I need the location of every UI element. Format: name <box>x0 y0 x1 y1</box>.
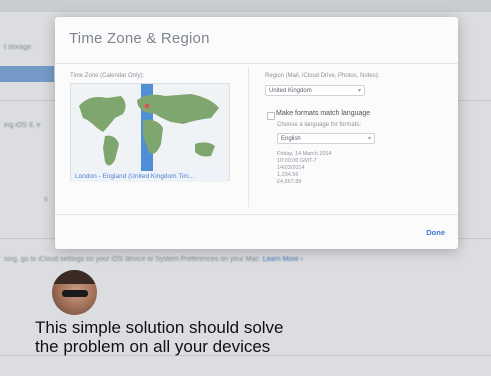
region-label: Region (Mail, iCloud Drive, Photos, Note… <box>265 73 380 79</box>
format-example: 14/03/2014 <box>277 165 305 171</box>
region-select[interactable]: United Kingdom ▾ <box>265 85 365 96</box>
format-example: £4,567.89 <box>277 179 302 185</box>
avatar-hair <box>52 270 97 284</box>
avatar-glasses <box>62 290 88 297</box>
done-button[interactable]: Done <box>426 228 445 237</box>
time-zone-region-dialog: Time Zone & Region Time Zone (Calendar O… <box>55 17 458 249</box>
australia-shape <box>195 142 215 157</box>
footer-separator <box>55 214 458 215</box>
north-america-shape <box>79 96 126 132</box>
language-select[interactable]: English ▾ <box>277 133 375 144</box>
avatar <box>52 270 97 315</box>
title-separator <box>55 63 458 64</box>
timezone-map[interactable] <box>70 83 230 181</box>
caption-line-1: This simple solution should solve <box>35 318 284 337</box>
dialog-title: Time Zone & Region <box>69 30 210 47</box>
match-formats-checkbox[interactable] <box>267 112 275 120</box>
language-value: English <box>281 136 301 142</box>
world-map-graphic <box>79 84 219 180</box>
format-example: Friday, 14 March 2014 <box>277 151 332 157</box>
timezone-city-field[interactable]: London - England (United Kingdom Tim... <box>71 171 227 182</box>
timezone-label: Time Zone (Calendar Only): <box>70 73 145 79</box>
format-example: 1,234.56 <box>277 172 299 178</box>
caption-line-2: the problem on all your devices <box>35 337 271 356</box>
video-caption: This simple solution should solve the pr… <box>35 318 284 356</box>
language-label: Choose a language for formats: <box>277 122 362 128</box>
location-pin <box>144 103 150 109</box>
chevron-down-icon: ▾ <box>367 136 371 142</box>
column-divider <box>248 67 249 207</box>
south-america-shape <box>103 135 119 166</box>
match-formats-label: Make formats match language <box>276 110 371 117</box>
chevron-down-icon: ▾ <box>357 88 361 94</box>
format-example: 10:00:00 GMT-7 <box>277 158 317 164</box>
region-value: United Kingdom <box>269 88 312 94</box>
